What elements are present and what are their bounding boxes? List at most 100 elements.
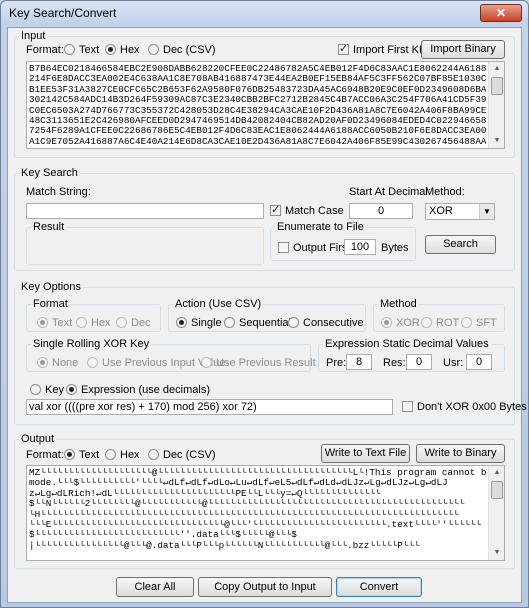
pre-label: Pre:	[326, 357, 347, 369]
radio-icon	[148, 44, 159, 55]
key-format-dec-label: Dec	[131, 317, 151, 329]
action-single-radio[interactable]: Single	[176, 317, 222, 329]
scroll-up-icon[interactable]: ▲	[489, 62, 504, 76]
key-action-legend: Action (Use CSV)	[175, 298, 262, 310]
method-label: Method:	[425, 186, 465, 198]
match-case-checkbox[interactable]: Match Case	[270, 203, 344, 217]
input-format-text-radio[interactable]: Text	[64, 44, 99, 56]
output-line: └H└└└└└└└└└└└└└└└└└└└└└└└└└└└└└└└└└└└└└└…	[29, 509, 459, 520]
pre-input[interactable]: 8	[346, 354, 372, 370]
method-select-value: XOR	[429, 205, 453, 217]
key-format-dec-radio[interactable]: Dec	[116, 317, 151, 329]
search-button[interactable]: Search	[425, 235, 496, 254]
convert-button[interactable]: Convert	[336, 577, 422, 597]
title-bar[interactable]: Key Search/Convert ✕	[1, 1, 528, 25]
key-format-hex-radio[interactable]: Hex	[76, 317, 111, 329]
method-xor-label: XOR	[396, 317, 420, 329]
input-hex-textarea[interactable]: B7B64EC0218466584EBC2E908DABB628220CFEE0…	[26, 61, 505, 149]
output-textarea[interactable]: MZ└└└└└└└└└└└└└└└└└└└└@└└└└└└└└└└└└└└└└└…	[26, 465, 505, 561]
chevron-down-icon[interactable]: ▼	[479, 204, 494, 219]
input-format-dec-radio[interactable]: Dec (CSV)	[148, 44, 216, 56]
scroll-down-icon[interactable]: ▼	[489, 546, 504, 560]
method-select[interactable]: XOR ▼	[425, 203, 495, 220]
scroll-down-icon[interactable]: ▼	[489, 134, 504, 148]
radio-icon	[148, 449, 159, 460]
rolling-none-radio[interactable]: None	[37, 357, 78, 369]
import-binary-file-button[interactable]: Import Binary File	[421, 40, 505, 72]
output-format-text-label: Text	[79, 449, 100, 461]
result-group: Result	[26, 221, 264, 265]
key-format-text-radio[interactable]: Text	[37, 317, 72, 329]
rolling-prev-result-label: Use Previous Result	[216, 357, 316, 369]
scroll-thumb[interactable]	[491, 481, 503, 499]
output-format-dec-label: Dec (CSV)	[163, 449, 216, 461]
input-format-dec-label: Dec (CSV)	[163, 44, 216, 56]
radio-icon	[201, 357, 212, 368]
match-string-input[interactable]	[26, 203, 264, 219]
action-consecutive-radio[interactable]: Consecutive	[288, 317, 364, 329]
radio-icon	[64, 44, 75, 55]
rolling-prev-result-radio[interactable]: Use Previous Result	[201, 357, 316, 369]
client-area: Input Format: Text Hex Dec (CSV) Import …	[7, 27, 527, 603]
action-consecutive-label: Consecutive	[303, 317, 364, 329]
input-scrollbar[interactable]: ▲ ▼	[488, 62, 504, 148]
radio-icon	[30, 384, 41, 395]
usr-input[interactable]: 0	[466, 354, 492, 370]
expression-input[interactable]: val xor ((((pre xor res) + 170) mod 256)…	[26, 399, 393, 415]
input-format-hex-radio[interactable]: Hex	[105, 44, 140, 56]
window-title: Key Search/Convert	[9, 6, 117, 20]
output-format-dec-radio[interactable]: Dec (CSV)	[148, 449, 216, 461]
method-rot-radio[interactable]: ROT	[421, 317, 459, 329]
action-sequential-radio[interactable]: Sequential	[224, 317, 291, 329]
key-search-legend: Key Search	[21, 167, 78, 179]
key-options-legend: Key Options	[21, 281, 81, 293]
close-icon[interactable]: ✕	[480, 4, 522, 22]
radio-icon	[76, 317, 87, 328]
match-case-label: Match Case	[285, 205, 344, 217]
output-line: |└└└└└└└└└└└└└└└└@└└└@.data└└└P└└└p└└└└└…	[29, 540, 420, 551]
scroll-thumb[interactable]	[491, 77, 503, 95]
key-format-legend: Format	[33, 298, 68, 310]
key-mode-expression-radio[interactable]: Expression (use decimals)	[66, 384, 210, 396]
write-to-binary-file-button[interactable]: Write to Binary File	[416, 444, 505, 476]
input-format-hex-label: Hex	[120, 44, 140, 56]
dont-xor-zero-checkbox[interactable]: Don't XOR 0x00 Bytes	[402, 401, 527, 413]
input-hex-line: 7254F6289A1CFEE0C22686786E5C4EB012F4D6C8…	[29, 126, 486, 137]
output-first-bytes-input[interactable]: 100	[344, 239, 376, 255]
output-format-hex-radio[interactable]: Hex	[105, 449, 140, 461]
input-format-text-label: Text	[79, 44, 100, 56]
output-legend: Output	[21, 433, 55, 445]
input-legend: Input	[21, 30, 46, 42]
key-mode-key-radio[interactable]: Key	[30, 384, 64, 396]
rolling-xor-legend: Single Rolling XOR Key	[33, 338, 150, 350]
output-scrollbar[interactable]: ▲ ▼	[488, 466, 504, 560]
write-to-text-file-button[interactable]: Write to Text File	[321, 444, 410, 463]
scroll-up-icon[interactable]: ▲	[489, 466, 504, 480]
output-line: $└└N└└└└└└2└└└└└└└└@└└└└└└└└└└└@└└└└└└└└…	[29, 499, 465, 510]
start-at-decimal-input[interactable]: 0	[349, 203, 413, 219]
output-first-checkbox[interactable]: Output First	[278, 242, 350, 254]
action-single-label: Single	[191, 317, 222, 329]
radio-icon	[421, 317, 432, 328]
clear-all-button[interactable]: Clear All	[116, 577, 194, 597]
res-input[interactable]: 0	[406, 354, 432, 370]
method-sft-label: SFT	[476, 317, 497, 329]
output-format-text-radio[interactable]: Text	[64, 449, 99, 461]
output-line: └└└E└└└└└└└└└└└└└└└└└└└└└└└└└└└└└└└@└└└'…	[29, 520, 481, 531]
input-hex-line: 48C3113651E2C426980AFCEED0D2947469514DB4…	[29, 116, 486, 127]
import-first-kb-checkbox[interactable]: Import First KB	[338, 42, 426, 56]
radio-icon	[66, 384, 77, 395]
method-xor-radio[interactable]: XOR	[381, 317, 420, 329]
method-sft-radio[interactable]: SFT	[461, 317, 497, 329]
start-at-decimal-label: Start At Decimal:	[349, 186, 431, 198]
copy-output-to-input-button[interactable]: Copy Output to Input	[198, 577, 332, 597]
action-sequential-label: Sequential	[239, 317, 291, 329]
input-format-label: Format:	[26, 44, 64, 56]
expression-static-legend: Expression Static Decimal Values	[325, 338, 489, 350]
key-format-text-label: Text	[52, 317, 73, 329]
checkbox-icon	[270, 203, 281, 216]
input-hex-line: A1C9E7052A416887A6C4E40A214E6D8CA3CAE10E…	[29, 136, 486, 147]
method-rot-label: ROT	[436, 317, 460, 329]
enumerate-to-file-group: Enumerate to File	[270, 221, 416, 261]
key-mode-key-label: Key	[45, 384, 64, 396]
